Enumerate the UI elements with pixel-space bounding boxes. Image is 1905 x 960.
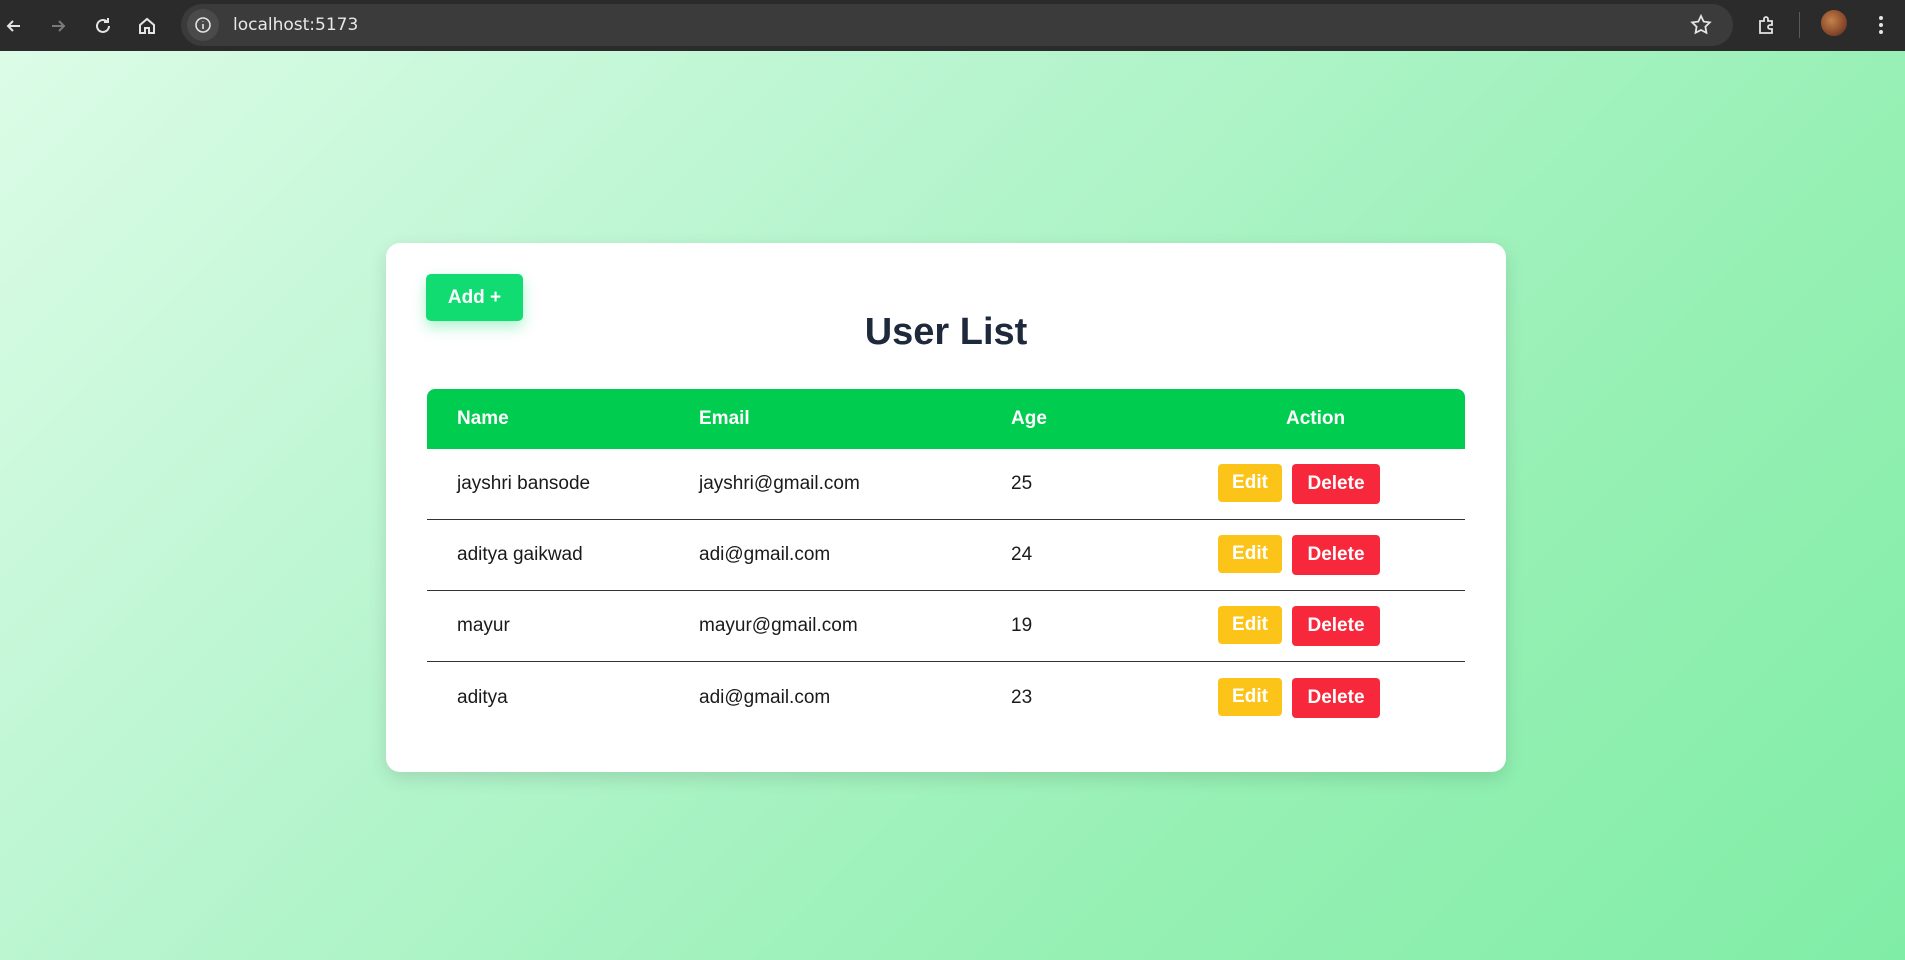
user-list-card: Add + User List Name Email Age Action ja… (386, 243, 1506, 772)
table-row: mayur mayur@gmail.com 19 Edit Delete (427, 591, 1465, 662)
delete-button[interactable]: Delete (1292, 464, 1380, 504)
delete-button[interactable]: Delete (1292, 677, 1380, 718)
user-email: mayur@gmail.com (699, 615, 858, 636)
row-actions: Edit Delete (1169, 606, 1465, 646)
user-name: jayshri bansode (457, 473, 591, 494)
row-actions: Edit Delete (1169, 535, 1465, 575)
menu-icon[interactable] (1866, 8, 1896, 42)
user-name: mayur (457, 615, 510, 636)
forward-button[interactable] (36, 0, 80, 51)
forward-icon (52, 19, 66, 32)
column-header-action: Action (1286, 408, 1346, 429)
reload-button[interactable] (81, 0, 125, 51)
toolbar-divider (1799, 12, 1800, 38)
user-table: Name Email Age Action jayshri bansode ja… (427, 389, 1465, 733)
user-email: adi@gmail.com (699, 544, 831, 565)
edit-button[interactable]: Edit (1218, 464, 1282, 502)
row-actions: Edit Delete (1169, 677, 1465, 718)
browser-toolbar: localhost:5173 (0, 0, 1905, 51)
row-actions: Edit Delete (1169, 464, 1465, 504)
column-header-name: Name (457, 408, 509, 429)
user-age: 19 (1011, 615, 1033, 636)
user-email: adi@gmail.com (699, 686, 831, 708)
table-header: Name Email Age Action (427, 389, 1465, 449)
site-info-icon[interactable] (187, 9, 219, 41)
user-name: aditya gaikwad (457, 544, 583, 565)
edit-button[interactable]: Edit (1218, 606, 1282, 644)
user-age: 24 (1011, 544, 1033, 565)
back-button[interactable] (0, 0, 28, 51)
reload-icon (96, 17, 110, 33)
extensions-icon[interactable] (1753, 8, 1781, 42)
back-icon (6, 19, 20, 32)
column-header-age: Age (1011, 408, 1047, 429)
user-age: 23 (1011, 686, 1033, 708)
user-name: aditya (457, 686, 508, 708)
column-header-email: Email (699, 408, 750, 429)
delete-button[interactable]: Delete (1292, 535, 1380, 575)
edit-button[interactable]: Edit (1218, 535, 1282, 573)
delete-button[interactable]: Delete (1292, 606, 1380, 646)
page-title: User List (864, 311, 1028, 353)
bookmark-star-icon[interactable] (1689, 13, 1713, 37)
user-age: 25 (1011, 473, 1033, 494)
home-button[interactable] (125, 0, 169, 51)
home-icon (139, 17, 155, 34)
table-row: aditya gaikwad adi@gmail.com 24 Edit Del… (427, 520, 1465, 591)
profile-avatar[interactable] (1819, 8, 1849, 38)
user-email: jayshri@gmail.com (699, 473, 860, 494)
address-bar[interactable]: localhost:5173 (181, 4, 1733, 46)
table-row: jayshri bansode jayshri@gmail.com 25 Edi… (427, 449, 1465, 520)
table-row: aditya adi@gmail.com 23 Edit Delete (427, 662, 1465, 733)
url-text: localhost:5173 (233, 15, 359, 35)
page-background: Add + User List Name Email Age Action ja… (0, 51, 1905, 960)
edit-button[interactable]: Edit (1218, 677, 1282, 716)
